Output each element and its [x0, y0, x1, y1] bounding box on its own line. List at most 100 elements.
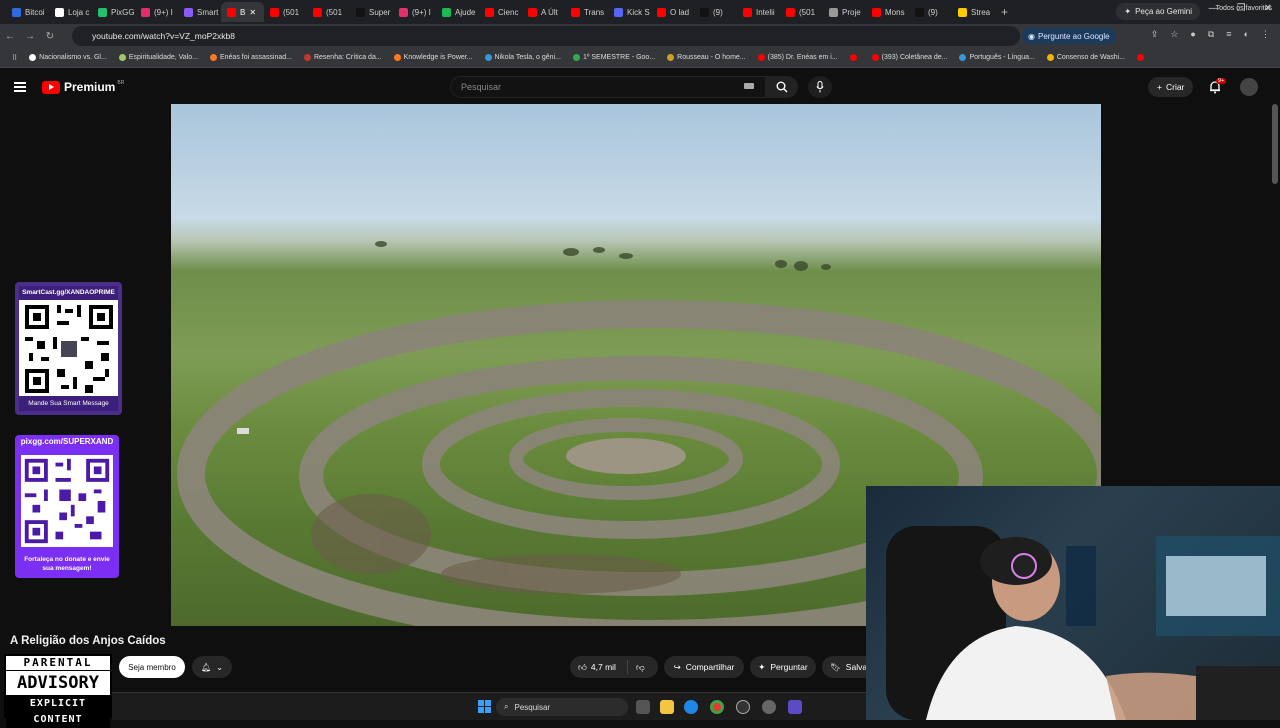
bookmark-favicon-icon — [209, 54, 217, 61]
bookmark-item[interactable]: Rousseau - O home... — [661, 54, 751, 61]
youtube-logo[interactable]: Premium BR — [42, 80, 124, 94]
app-icon[interactable] — [788, 700, 802, 714]
settings-gear-icon[interactable] — [762, 700, 776, 714]
tab-label: (501 — [283, 7, 300, 17]
star-icon[interactable]: ☆ — [1170, 29, 1178, 40]
profile-icon[interactable]: ◐ — [1244, 29, 1249, 40]
address-row: ← → ↻ youtube.com/watch?v=VZ_moP2xkb8 ◉ P… — [0, 24, 1280, 48]
bookmark-item[interactable]: Knowledge is Power... — [388, 54, 479, 61]
page-scrollbar[interactable] — [1272, 104, 1278, 184]
bookmark-favicon-icon — [303, 54, 311, 61]
edge-icon[interactable] — [684, 700, 698, 714]
voice-search-button[interactable] — [808, 76, 832, 98]
browser-tab[interactable]: Smart — [178, 2, 221, 22]
tab-favicon-icon — [227, 7, 236, 17]
media-icon[interactable]: ≡ — [1226, 29, 1231, 40]
avatar[interactable] — [1240, 78, 1258, 96]
browser-tab[interactable]: O lad — [651, 2, 694, 22]
chrome-icon[interactable] — [710, 700, 724, 714]
obs-icon[interactable] — [736, 700, 750, 714]
tab-favicon-icon — [958, 7, 967, 17]
address-bar[interactable]: youtube.com/watch?v=VZ_moP2xkb8 — [72, 26, 1020, 46]
tab-favicon-icon — [356, 7, 365, 17]
browser-tab[interactable]: Loja c — [49, 2, 92, 22]
tab-favicon-icon — [743, 7, 752, 17]
all-favorites-link[interactable]: Todos os favoritos — [1216, 5, 1272, 12]
puzzle-icon[interactable]: ⧉ — [1208, 29, 1214, 40]
browser-tab[interactable]: Ajude — [436, 2, 479, 22]
like-button[interactable]: 👍︎ 4,7 mil — [570, 660, 628, 674]
taskbar-search[interactable]: ⌕ Pesquisar — [496, 698, 628, 716]
close-tab-icon[interactable]: ✕ — [249, 8, 256, 17]
bookmark-item[interactable]: Resenha: Crítica da... — [298, 54, 388, 61]
tab-favicon-icon — [485, 7, 494, 17]
bookmark-item[interactable] — [1131, 54, 1153, 61]
browser-tab[interactable]: (501 — [264, 2, 307, 22]
bookmark-favicon-icon — [849, 54, 857, 61]
task-view-icon[interactable] — [636, 700, 650, 714]
browser-tab[interactable]: (9) — [694, 2, 737, 22]
browser-tab[interactable]: Super — [350, 2, 393, 22]
browser-tab[interactable]: Trans — [565, 2, 608, 22]
new-tab-button[interactable]: + — [1001, 5, 1008, 19]
forward-icon[interactable]: → — [20, 31, 40, 42]
browser-tab[interactable]: A Últ — [522, 2, 565, 22]
youtube-play-icon — [42, 80, 60, 94]
tab-label: Trans — [584, 7, 605, 17]
create-button[interactable]: + Criar — [1148, 77, 1194, 97]
browser-tab[interactable]: Mons — [866, 2, 909, 22]
browser-tab[interactable]: (501 — [780, 2, 823, 22]
tab-favicon-icon — [141, 7, 150, 17]
file-explorer-icon[interactable] — [660, 700, 674, 714]
share-button[interactable]: ↪ Compartilhar — [664, 656, 744, 678]
gemini-button[interactable]: ✦ Peça ao Gemini — [1116, 3, 1200, 20]
bookmark-item[interactable]: Nikola Tesla, o gêni... — [479, 54, 567, 61]
save-button[interactable]: 🔖︎ Salva — [822, 656, 866, 678]
bookmark-item[interactable]: (385) Dr. Enéas em i... — [752, 54, 844, 61]
bookmark-label: Enéas foi assassinad... — [219, 54, 292, 61]
windows-start-icon[interactable] — [478, 700, 491, 713]
browser-tab[interactable]: (9) — [909, 2, 952, 22]
browser-tab[interactable]: Strea — [952, 2, 995, 22]
tab-label: A Últ — [541, 7, 558, 17]
ask-google-button[interactable]: ◉ Pergunte ao Google — [1022, 28, 1116, 44]
qr1-url-label: SmartCast.gg/XANDAOPRIME — [19, 286, 118, 300]
bookmark-item[interactable]: Consenso de Washi... — [1041, 54, 1131, 61]
browser-tab[interactable]: (9+) I — [393, 2, 436, 22]
bookmark-item[interactable] — [844, 54, 866, 61]
bookmark-item[interactable]: Enéas foi assassinad... — [204, 54, 298, 61]
apps-grid-icon[interactable]: ⠿ — [6, 54, 23, 62]
tab-label: Mons — [885, 7, 905, 17]
extension-icon[interactable]: ● — [1190, 29, 1195, 40]
share-page-icon[interactable]: ⇪ — [1151, 29, 1159, 40]
tab-favicon-icon — [872, 7, 881, 17]
reload-icon[interactable]: ↻ — [40, 31, 60, 42]
bookmark-item[interactable]: Nacionalismo vs. Gl... — [23, 54, 113, 61]
browser-tab[interactable]: Intelii — [737, 2, 780, 22]
join-membership-button[interactable]: Seja membro — [119, 656, 185, 678]
search-button[interactable] — [766, 76, 798, 98]
subscription-bell-button[interactable]: 🔔︎ ⌄ — [192, 656, 232, 678]
back-icon[interactable]: ← — [0, 31, 20, 42]
browser-tab[interactable]: (501 — [307, 2, 350, 22]
browser-tab[interactable]: PixGG — [92, 2, 135, 22]
youtube-header: Premium BR Pesquisar + Criar 9+ — [0, 70, 1280, 104]
browser-tab[interactable]: Kick S — [608, 2, 651, 22]
bookmark-item[interactable]: Espiritualidade, Valo... — [113, 54, 204, 61]
dislike-button[interactable]: 👎︎ — [628, 662, 645, 673]
keyboard-icon[interactable] — [744, 83, 754, 89]
ask-button[interactable]: ✦ Perguntar — [750, 656, 816, 678]
browser-tab[interactable]: Cienc — [479, 2, 522, 22]
menu-icon[interactable]: ⋮ — [1261, 29, 1270, 40]
hamburger-menu-icon[interactable] — [14, 82, 26, 92]
browser-tab[interactable]: Bitcoi — [6, 2, 49, 22]
browser-tab[interactable]: B ✕ — [221, 2, 264, 22]
browser-tab[interactable]: (9+) I — [135, 2, 178, 22]
bookmark-favicon-icon — [1046, 54, 1054, 61]
bookmark-item[interactable]: (393) Coletânea de... — [866, 54, 954, 61]
bookmark-item[interactable]: 1º SEMESTRE - Goo... — [567, 54, 661, 61]
bookmark-item[interactable]: Português - Língua... — [953, 54, 1040, 61]
bookmark-label: Resenha: Crítica da... — [313, 54, 382, 61]
browser-tab[interactable]: Proje — [823, 2, 866, 22]
search-input[interactable]: Pesquisar — [450, 76, 766, 98]
